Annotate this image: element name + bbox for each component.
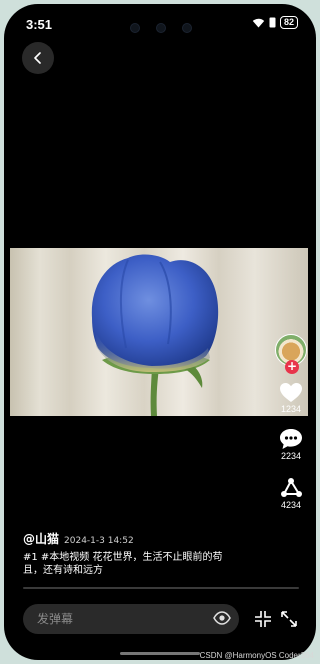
status-time: 3:51 [26, 17, 53, 32]
share-button[interactable]: 4234 [279, 477, 303, 510]
author-line: @山猫 2024-1-3 14:52 [23, 530, 134, 547]
heart-icon [280, 383, 302, 402]
status-icons: 82 [252, 16, 298, 29]
author-avatar[interactable]: + [275, 334, 307, 374]
notification-icon [269, 17, 276, 28]
share-count: 4234 [280, 500, 302, 510]
fullscreen-icon[interactable] [280, 610, 298, 628]
back-button[interactable] [22, 42, 54, 74]
share-icon [281, 478, 302, 497]
screen: 3:51 82 + 1234 2234 4234 @山猫 2024-1-3 14… [4, 4, 316, 660]
shrink-icon[interactable] [254, 610, 272, 628]
comment-icon [280, 429, 302, 449]
device-frame: 3:51 82 + 1234 2234 4234 @山猫 2024-1-3 14… [0, 0, 320, 664]
home-indicator[interactable] [120, 652, 200, 655]
back-icon [34, 52, 41, 64]
danmaku-input[interactable] [35, 611, 209, 627]
progress-divider[interactable] [23, 587, 299, 589]
action-rail: + 1234 2234 4234 [274, 334, 308, 510]
post-time: 2024-1-3 14:52 [64, 536, 134, 546]
like-button[interactable]: 1234 [279, 382, 303, 414]
battery-indicator: 82 [279, 16, 298, 29]
video-frame-flower [91, 254, 219, 416]
eye-icon[interactable] [213, 611, 231, 625]
wifi-icon [252, 18, 265, 28]
comment-count: 2234 [280, 451, 302, 461]
video-player[interactable] [10, 248, 308, 416]
danmaku-bar [23, 604, 239, 634]
post-caption: #1 #本地视频 花花世界，生活不止眼前的苟且，还有诗和远方 [23, 552, 223, 576]
author-name[interactable]: @山猫 [23, 530, 59, 547]
comment-button[interactable]: 2234 [279, 428, 303, 461]
camera-cutout [130, 23, 192, 33]
follow-button[interactable]: + [285, 360, 299, 374]
watermark: CSDN @HarmonyOS Coder364 [199, 651, 314, 660]
like-count: 1234 [280, 404, 302, 414]
